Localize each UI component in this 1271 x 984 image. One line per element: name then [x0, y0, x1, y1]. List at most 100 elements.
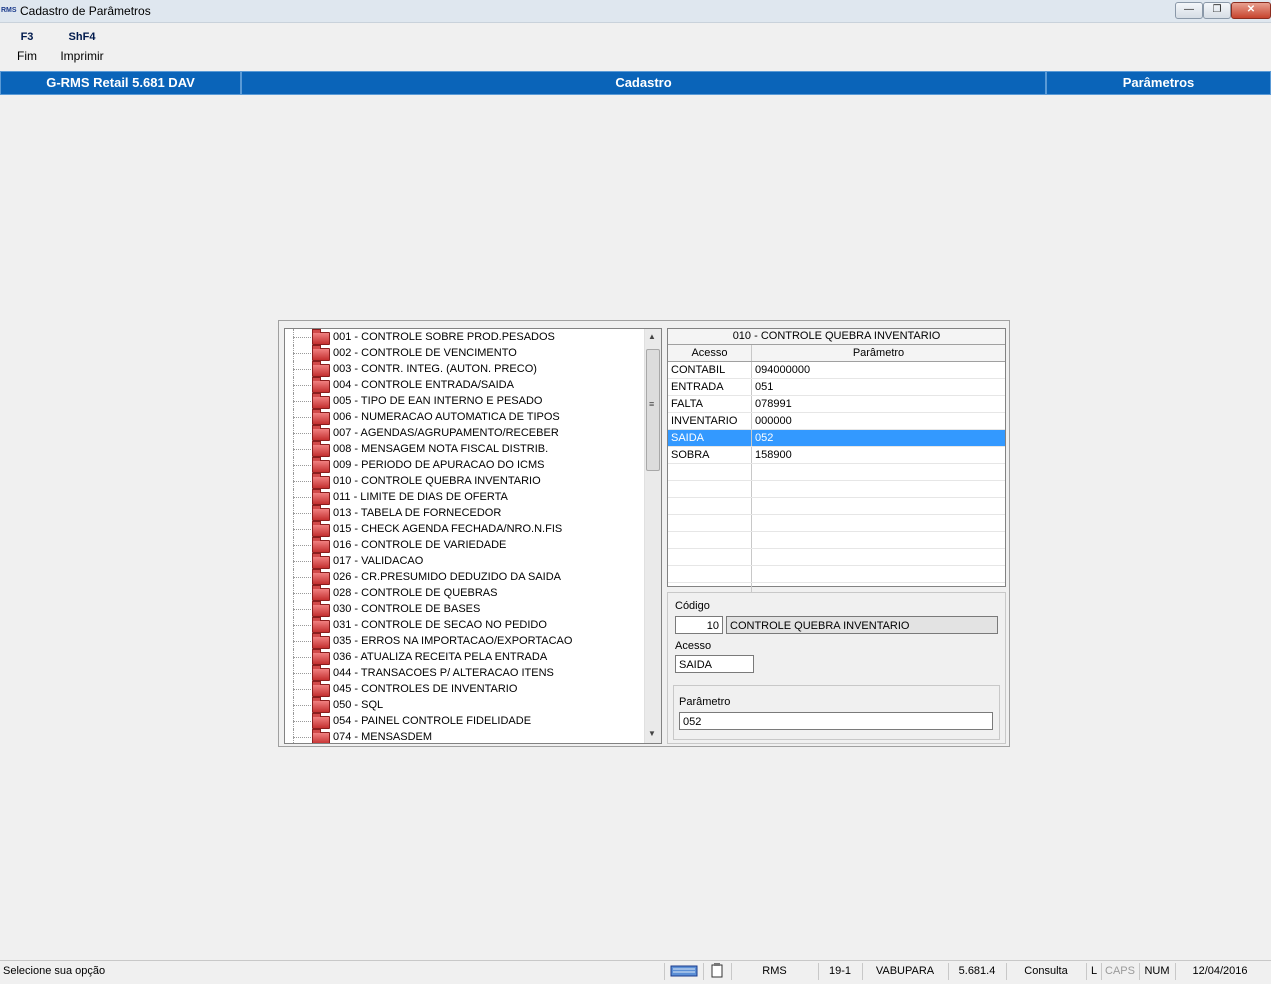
system-indicator: RMS — [731, 963, 817, 980]
clipboard-icon[interactable] — [703, 963, 730, 980]
folder-icon — [312, 601, 330, 617]
parametro-cell: 051 — [755, 381, 774, 393]
tree-item[interactable]: 028 - CONTROLE DE QUEBRAS — [285, 585, 645, 601]
tree-item[interactable]: 050 - SQL — [285, 697, 645, 713]
tree-item[interactable]: 026 - CR.PRESUMIDO DEDUZIDO DA SAIDA — [285, 569, 645, 585]
folder-icon — [312, 553, 330, 569]
tree-item[interactable]: 031 - CONTROLE DE SECAO NO PEDIDO — [285, 617, 645, 633]
tree-scrollbar[interactable]: ▲ ≡ ▼ — [644, 329, 661, 743]
tree-item-label: 004 - CONTROLE ENTRADA/SAIDA — [333, 379, 514, 391]
parametro-cell: 000000 — [755, 415, 792, 427]
restore-button[interactable]: ❐ — [1203, 2, 1231, 19]
tree-connector — [293, 337, 311, 338]
acesso-cell: INVENTARIO — [668, 413, 752, 429]
column-header-parametro[interactable]: Parâmetro — [752, 345, 1005, 361]
function-key-toolbar: F3 Fim ShF4 Imprimir — [0, 23, 1271, 69]
tree-item[interactable]: 016 - CONTROLE DE VARIEDADE — [285, 537, 645, 553]
tree-item-label: 050 - SQL — [333, 699, 384, 711]
tree-connector — [293, 705, 311, 706]
tree-item[interactable]: 011 - LIMITE DE DIAS DE OFERTA — [285, 489, 645, 505]
tree-item[interactable]: 010 - CONTROLE QUEBRA INVENTARIO — [285, 473, 645, 489]
tree-item[interactable]: 009 - PERIODO DE APURACAO DO ICMS — [285, 457, 645, 473]
mode-indicator: Consulta — [1006, 963, 1085, 980]
empty-cell — [668, 566, 752, 582]
tree-connector — [293, 529, 311, 530]
folder-icon — [312, 729, 330, 743]
tree-item[interactable]: 017 - VALIDACAO — [285, 553, 645, 569]
tree-item[interactable]: 015 - CHECK AGENDA FECHADA/NRO.N.FIS — [285, 521, 645, 537]
grid-row[interactable]: FALTA 078991 — [668, 396, 1005, 413]
tree-connector — [293, 513, 311, 514]
tree-item-label: 017 - VALIDACAO — [333, 555, 424, 567]
tree-item[interactable]: 004 - CONTROLE ENTRADA/SAIDA — [285, 377, 645, 393]
keyboard-icon[interactable] — [664, 963, 703, 980]
tree-item[interactable]: 008 - MENSAGEM NOTA FISCAL DISTRIB. — [285, 441, 645, 457]
imprimir-button[interactable]: ShF4 Imprimir — [56, 31, 108, 63]
grid-row[interactable]: SAIDA 052 — [668, 430, 1005, 447]
tree-connector — [293, 577, 311, 578]
grid-row[interactable]: INVENTARIO 000000 — [668, 413, 1005, 430]
tree-item[interactable]: 036 - ATUALIZA RECEITA PELA ENTRADA — [285, 649, 645, 665]
tree-connector — [293, 657, 311, 658]
empty-cell — [668, 464, 752, 480]
grid-body: CONTABIL 094000000 ENTRADA 051 FALTA 078991 IN… — [668, 362, 1005, 600]
tree-item[interactable]: 074 - MENSASDEM — [285, 729, 645, 743]
grid-row[interactable]: SOBRA 158900 — [668, 447, 1005, 464]
tree-item-label: 074 - MENSASDEM — [333, 731, 433, 743]
parametro-group: Parâmetro 052 — [673, 685, 1000, 740]
tree-item-label: 003 - CONTR. INTEG. (AUTON. PRECO) — [333, 363, 537, 375]
acesso-field[interactable]: SAIDA — [675, 655, 754, 673]
tree-item-label: 009 - PERIODO DE APURACAO DO ICMS — [333, 459, 545, 471]
code-indicator: 19-1 — [818, 963, 861, 980]
tree-item-label: 011 - LIMITE DE DIAS DE OFERTA — [333, 491, 508, 503]
tree-item[interactable]: 030 - CONTROLE DE BASES — [285, 601, 645, 617]
tree-item[interactable]: 005 - TIPO DE EAN INTERNO E PESADO — [285, 393, 645, 409]
folder-icon — [312, 713, 330, 729]
folder-icon — [312, 569, 330, 585]
close-button[interactable]: ✕ — [1231, 2, 1271, 19]
tree-item-label: 016 - CONTROLE DE VARIEDADE — [333, 539, 507, 551]
codigo-field[interactable]: 10 — [675, 616, 723, 634]
tree-item[interactable]: 003 - CONTR. INTEG. (AUTON. PRECO) — [285, 361, 645, 377]
tree-item[interactable]: 054 - PAINEL CONTROLE FIDELIDADE — [285, 713, 645, 729]
tree-item[interactable]: 035 - ERROS NA IMPORTACAO/EXPORTACAO — [285, 633, 645, 649]
app-icon: RMS — [1, 7, 17, 14]
grid-row[interactable]: ENTRADA 051 — [668, 379, 1005, 396]
tree-item-label: 026 - CR.PRESUMIDO DEDUZIDO DA SAIDA — [333, 571, 561, 583]
parameters-tree[interactable]: 001 - CONTROLE SOBRE PROD.PESADOS 002 - C… — [284, 328, 662, 744]
tree-item-label: 013 - TABELA DE FORNECEDOR — [333, 507, 502, 519]
shf4-key-label: ShF4 — [68, 31, 96, 43]
empty-cell — [668, 515, 752, 531]
codigo-label: Código — [675, 600, 710, 612]
status-message: Selecione sua opção — [3, 965, 106, 977]
minimize-button[interactable]: — — [1175, 2, 1203, 19]
tree-item-label: 015 - CHECK AGENDA FECHADA/NRO.N.FIS — [333, 523, 563, 535]
column-header-acesso[interactable]: Acesso — [668, 345, 752, 361]
grid-empty-row — [668, 549, 1005, 566]
parametro-cell: 052 — [755, 432, 774, 444]
fim-button[interactable]: F3 Fim — [5, 31, 49, 63]
folder-icon — [312, 633, 330, 649]
parametro-field[interactable]: 052 — [679, 712, 993, 730]
tree-item[interactable]: 007 - AGENDAS/AGRUPAMENTO/RECEBER — [285, 425, 645, 441]
folder-icon — [312, 649, 330, 665]
f3-key-label: F3 — [20, 31, 34, 43]
tree-item[interactable]: 045 - CONTROLES DE INVENTARIO — [285, 681, 645, 697]
tree-item[interactable]: 006 - NUMERACAO AUTOMATICA DE TIPOS — [285, 409, 645, 425]
fim-label: Fim — [17, 49, 37, 63]
grid-empty-row — [668, 515, 1005, 532]
tree-item[interactable]: 013 - TABELA DE FORNECEDOR — [285, 505, 645, 521]
folder-icon — [312, 521, 330, 537]
tree-item[interactable]: 044 - TRANSACOES P/ ALTERACAO ITENS — [285, 665, 645, 681]
tree-item-label: 005 - TIPO DE EAN INTERNO E PESADO — [333, 395, 543, 407]
scroll-down-arrow-icon[interactable]: ▼ — [648, 729, 656, 738]
tree-connector — [293, 417, 311, 418]
tree-connector — [293, 401, 311, 402]
grid-row[interactable]: CONTABIL 094000000 — [668, 362, 1005, 379]
scroll-thumb[interactable] — [646, 349, 660, 471]
folder-icon — [312, 585, 330, 601]
tree-item-label: 001 - CONTROLE SOBRE PROD.PESADOS — [333, 331, 555, 343]
scroll-up-arrow-icon[interactable]: ▲ — [648, 332, 656, 341]
tree-item[interactable]: 001 - CONTROLE SOBRE PROD.PESADOS — [285, 329, 645, 345]
tree-item[interactable]: 002 - CONTROLE DE VENCIMENTO — [285, 345, 645, 361]
